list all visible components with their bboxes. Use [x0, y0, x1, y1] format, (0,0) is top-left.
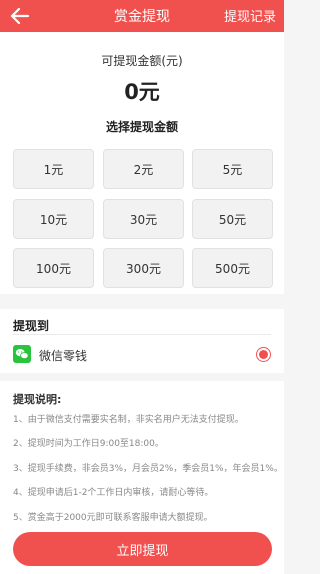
note-item: 4、提现申请后1-2个工作日内审核，请耐心等待。 — [13, 488, 214, 498]
radio-selected-dot — [259, 350, 268, 359]
divider — [13, 334, 271, 335]
withdraw-record-link[interactable]: 提现记录 — [224, 6, 276, 25]
wechat-radio-button[interactable] — [256, 347, 271, 362]
amount-option-50[interactable]: 50元 — [192, 199, 273, 239]
notes-title: 提现说明: — [13, 393, 62, 406]
amount-option-100[interactable]: 100元 — [13, 248, 94, 288]
note-item: 3、提现手续费，非会员3%，月会员2%，季会员1%，年会员1%。 — [13, 464, 283, 474]
note-item: 1、由于微信支付需要实名制，非实名用户无法支付提现。 — [13, 415, 244, 425]
withdraw-method-section: 提现到 微信零钱 — [0, 309, 284, 373]
note-item: 5、赏金高于2000元即可联系客服申请大额提现。 — [13, 513, 213, 523]
amount-option-1[interactable]: 1元 — [13, 149, 94, 189]
amount-option-500[interactable]: 500元 — [192, 248, 273, 288]
wechat-change-label: 微信零钱 — [39, 349, 88, 363]
withdraw-to-title: 提现到 — [13, 319, 50, 333]
wechat-icon — [13, 345, 31, 363]
amount-section: 可提现金额(元) 0元 选择提现金额 1元 2元 5元 10元 30元 50元 … — [0, 32, 284, 294]
amount-option-5[interactable]: 5元 — [192, 149, 273, 189]
available-amount-label: 可提现金额(元) — [101, 54, 183, 68]
top-bar: 赏金提现 提现记录 — [0, 0, 284, 32]
choose-amount-title: 选择提现金额 — [105, 120, 178, 134]
amount-option-300[interactable]: 300元 — [103, 248, 184, 288]
available-amount-value: 0元 — [124, 80, 160, 104]
amount-option-10[interactable]: 10元 — [13, 199, 94, 239]
note-item: 2、提现时间为工作日9:00至18:00。 — [13, 439, 164, 449]
withdraw-now-button[interactable]: 立即提现 — [13, 532, 272, 566]
amount-option-2[interactable]: 2元 — [103, 149, 184, 189]
amount-option-30[interactable]: 30元 — [103, 199, 184, 239]
